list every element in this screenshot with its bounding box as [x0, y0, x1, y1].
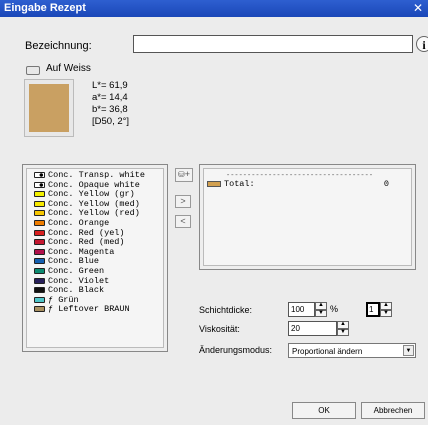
- schichtdicke-stepper[interactable]: ▲ ▼: [315, 302, 327, 317]
- colorant-label: ƒ Grün: [48, 294, 79, 305]
- info-icon[interactable]: i: [416, 36, 428, 52]
- pot-icon: ⛁: [178, 170, 185, 179]
- colorant-label: ƒ Leftover BRAUN: [48, 304, 130, 315]
- cancel-button[interactable]: Abbrechen: [361, 402, 425, 419]
- colorant-swatch: [34, 181, 45, 188]
- ok-button[interactable]: OK: [292, 402, 356, 419]
- colorant-label: Conc. Yellow (med): [48, 198, 140, 209]
- viskositaet-stepper[interactable]: ▲ ▼: [337, 321, 349, 336]
- spin-down-icon[interactable]: ▼: [380, 310, 392, 317]
- schichtdicke-input[interactable]: 100: [288, 302, 315, 317]
- colorant-label: Conc. Yellow (red): [48, 208, 140, 219]
- colorant-swatch: [34, 239, 45, 246]
- colorant-swatch: [34, 248, 45, 255]
- colorant-swatch: [34, 277, 45, 284]
- total-label: Total:: [224, 179, 255, 189]
- colorant-label: Conc. Black: [48, 285, 105, 296]
- auf-weiss-checkbox[interactable]: [26, 66, 40, 75]
- colorant-swatch: [34, 172, 45, 178]
- colorant-list[interactable]: Conc. Transp. white Conc. Opaque white Con…: [22, 164, 168, 352]
- schichtdicke-label: Schichtdicke:: [199, 305, 253, 315]
- colorant-label: Conc. Red (med): [48, 237, 125, 248]
- colorant-swatch: [34, 268, 45, 274]
- colorant-swatch: [34, 191, 45, 198]
- chevron-down-icon[interactable]: ▼: [403, 345, 414, 356]
- color-preview-frame: [24, 79, 74, 137]
- colorant-label: Conc. Transp. white: [48, 170, 145, 180]
- schichtdicke-second-input[interactable]: 1: [366, 302, 380, 317]
- colorant-label: Conc. Violet: [48, 275, 110, 286]
- total-swatch: [207, 181, 221, 187]
- lab-l-value: L*= 61,9: [92, 80, 128, 91]
- colorant-label: Conc. Blue: [48, 256, 100, 267]
- name-field[interactable]: [133, 35, 413, 53]
- viskositaet-label: Viskosität:: [199, 324, 240, 334]
- colorant-label: Conc. Yellow (gr): [48, 189, 135, 200]
- colorant-label: Conc. Opaque white: [48, 179, 140, 190]
- colorant-label: Conc. Green: [48, 266, 105, 276]
- schichtdicke-second-stepper[interactable]: ▲ ▼: [380, 302, 392, 317]
- spin-down-icon[interactable]: ▼: [337, 329, 349, 336]
- spin-up-icon[interactable]: ▲: [380, 302, 392, 310]
- colorant-swatch: [34, 296, 45, 303]
- viskositaet-input[interactable]: 20: [288, 321, 337, 336]
- colorant-swatch: [34, 287, 45, 294]
- move-right-button[interactable]: >: [175, 195, 191, 208]
- close-icon[interactable]: ✕: [411, 1, 425, 15]
- colorant-swatch: [34, 306, 45, 313]
- spin-up-icon[interactable]: ▲: [337, 321, 349, 329]
- colorant-swatch: [34, 258, 45, 265]
- colorant-label: Conc. Red (yel): [48, 227, 125, 238]
- schichtdicke-unit: %: [330, 304, 339, 314]
- title-bar: Eingabe Rezept ✕: [0, 0, 428, 17]
- name-label: Bezeichnung:: [25, 40, 92, 52]
- aenderungsmodus-select[interactable]: Proportional ändern ▼: [288, 343, 416, 358]
- add-colorant-button[interactable]: ⛁+: [175, 168, 193, 182]
- color-preview-swatch: [29, 84, 69, 132]
- lab-b-value: b*= 36,8: [92, 104, 128, 115]
- spin-down-icon[interactable]: ▼: [315, 310, 327, 317]
- colorant-label: Conc. Orange: [48, 218, 110, 228]
- colorant-swatch: [34, 220, 45, 226]
- move-left-button[interactable]: <: [175, 215, 191, 228]
- lab-values: L*= 61,9 a*= 14,4 b*= 36,8 [D50, 2°]: [92, 80, 129, 128]
- lab-a-value: a*= 14,4: [92, 92, 128, 103]
- aenderungsmodus-label: Änderungsmodus:: [199, 345, 273, 355]
- colorant-label: Conc. Magenta: [48, 246, 115, 257]
- total-value: 0: [383, 179, 389, 189]
- colorant-swatch: [34, 200, 45, 207]
- window-title: Eingabe Rezept: [4, 2, 86, 14]
- colorant-swatch: [34, 210, 45, 217]
- recipe-panel[interactable]: ----------------------------------- Tota…: [199, 164, 416, 270]
- colorant-swatch: [34, 229, 45, 236]
- auf-weiss-label: Auf Weiss: [46, 63, 91, 74]
- spin-up-icon[interactable]: ▲: [315, 302, 327, 310]
- illuminant-value: [D50, 2°]: [92, 116, 130, 127]
